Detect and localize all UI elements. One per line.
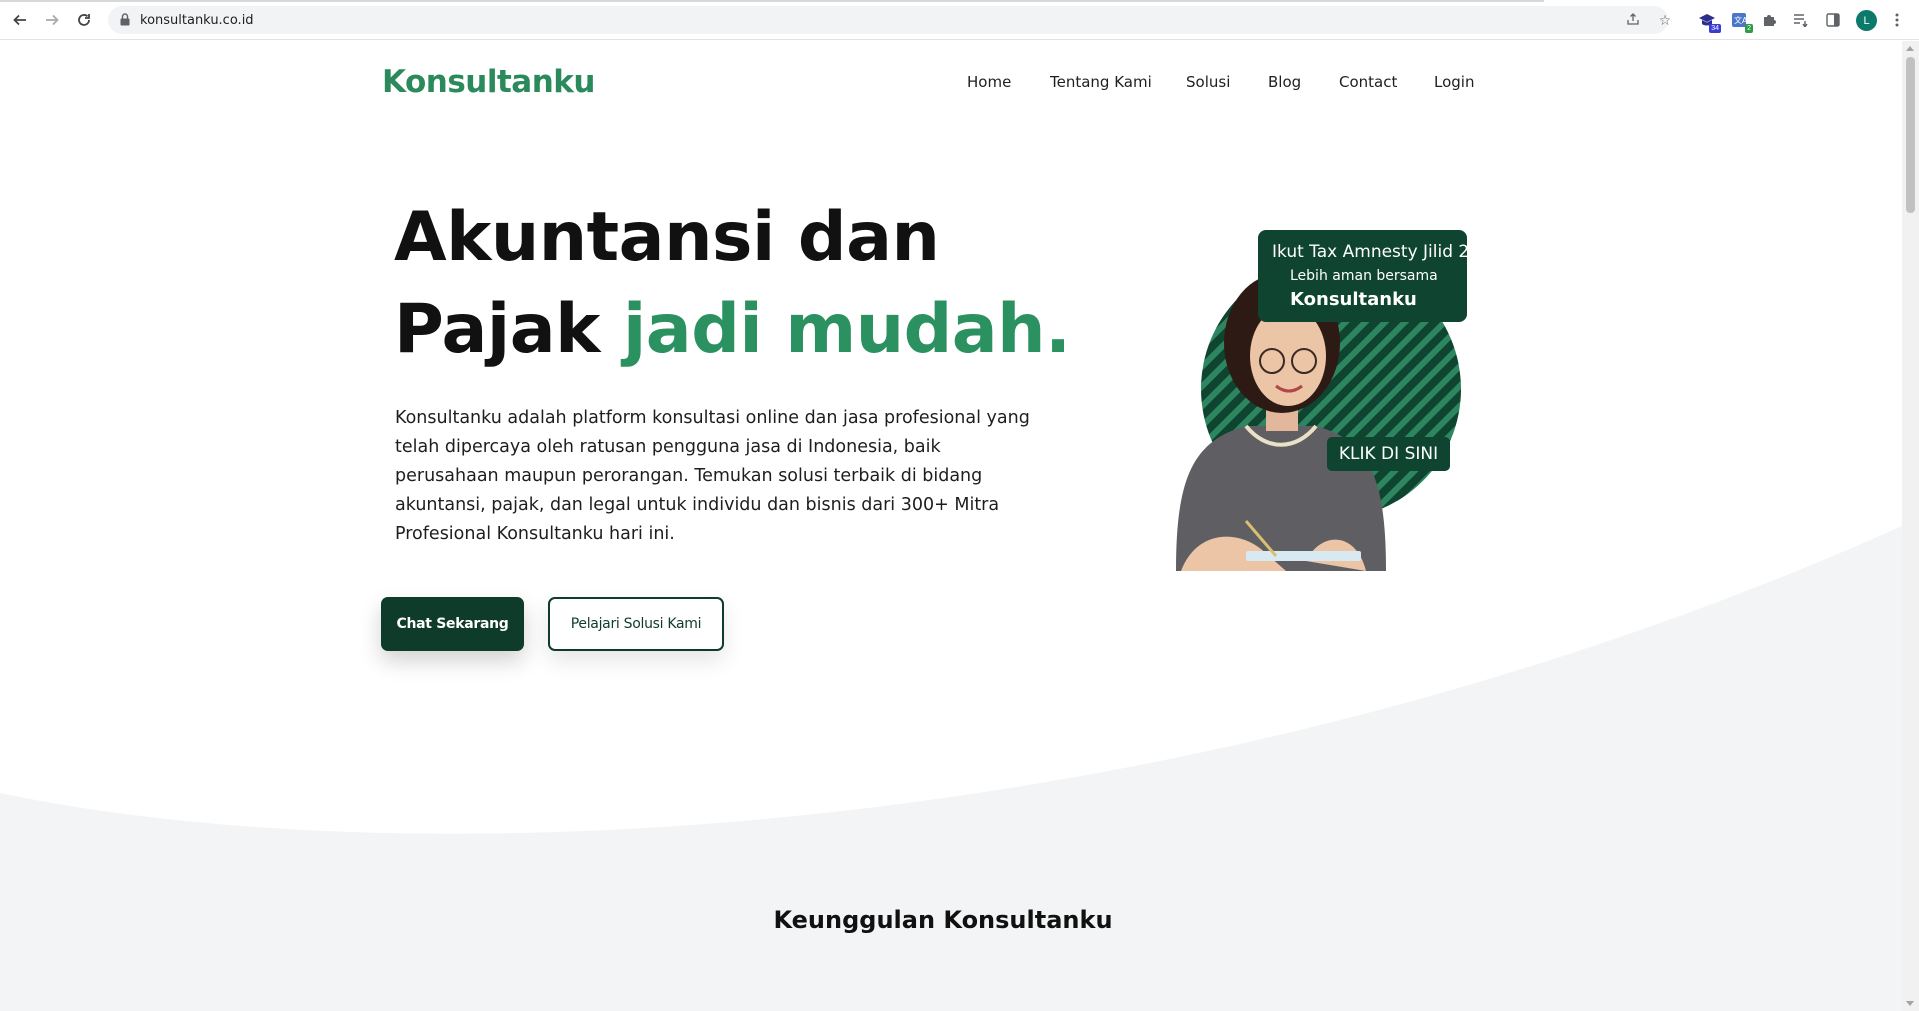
promo-subline: Lebih aman bersama — [1290, 268, 1438, 284]
site-logo[interactable]: Konsultanku — [382, 64, 595, 100]
nav-blog[interactable]: Blog — [1268, 73, 1301, 91]
bookmark-star-icon[interactable]: ☆ — [1657, 12, 1673, 28]
reload-icon[interactable] — [74, 10, 94, 30]
learn-solutions-button[interactable]: Pelajari Solusi Kami — [548, 597, 724, 651]
page-viewport: Konsultanku Home Tentang Kami Solusi Blo… — [0, 41, 1902, 1011]
back-arrow-icon[interactable] — [10, 10, 30, 30]
tab-strip-edge — [0, 0, 1544, 2]
address-bar[interactable]: konsultanku.co.id ☆ — [108, 6, 1671, 34]
kebab-menu-icon[interactable] — [1887, 10, 1907, 30]
scrollbar-thumb[interactable] — [1906, 57, 1915, 213]
forward-arrow-icon[interactable] — [42, 10, 62, 30]
nav-home[interactable]: Home — [967, 73, 1011, 91]
promo-brand: Konsultanku — [1290, 289, 1417, 310]
translate-extension-icon[interactable]: 文A 2 — [1729, 10, 1753, 33]
url-text: konsultanku.co.id — [140, 13, 254, 28]
hero-title-line1: Akuntansi dan — [394, 198, 940, 277]
nav-contact[interactable]: Contact — [1339, 73, 1397, 91]
lock-icon — [120, 13, 130, 26]
extension-badge: 34 — [1709, 24, 1721, 33]
chat-now-button[interactable]: Chat Sekarang — [381, 597, 524, 651]
share-icon[interactable] — [1625, 12, 1641, 28]
promo-cta-button[interactable]: KLIK DI SINI — [1327, 437, 1450, 471]
page-scrollbar[interactable] — [1902, 41, 1919, 1011]
promo-headline: Ikut Tax Amnesty Jilid 2 — [1272, 242, 1470, 262]
scroll-up-arrow-icon[interactable] — [1906, 46, 1914, 51]
profile-avatar[interactable]: L — [1856, 10, 1877, 31]
hero-title-accent: jadi mudah. — [623, 290, 1071, 369]
nav-solusi[interactable]: Solusi — [1186, 73, 1230, 91]
extension-badge: 2 — [1745, 24, 1753, 33]
browser-toolbar: konsultanku.co.id ☆ 34 文A 2 L — [0, 0, 1919, 40]
graduation-cap-extension-icon[interactable]: 34 — [1697, 10, 1721, 33]
puzzle-extensions-icon[interactable] — [1759, 10, 1779, 30]
section-title: Keunggulan Konsultanku — [773, 906, 1113, 934]
nav-login[interactable]: Login — [1434, 73, 1474, 91]
nav-tentang-kami[interactable]: Tentang Kami — [1050, 73, 1152, 91]
reading-list-icon[interactable] — [1791, 10, 1811, 30]
scroll-down-arrow-icon[interactable] — [1906, 1001, 1914, 1006]
hero-description: Konsultanku adalah platform konsultasi o… — [395, 408, 1030, 544]
hero-title-line2: Pajak jadi mudah. — [394, 284, 1094, 376]
side-panel-icon[interactable] — [1823, 10, 1843, 30]
hero-title-plain: Pajak — [394, 290, 623, 369]
